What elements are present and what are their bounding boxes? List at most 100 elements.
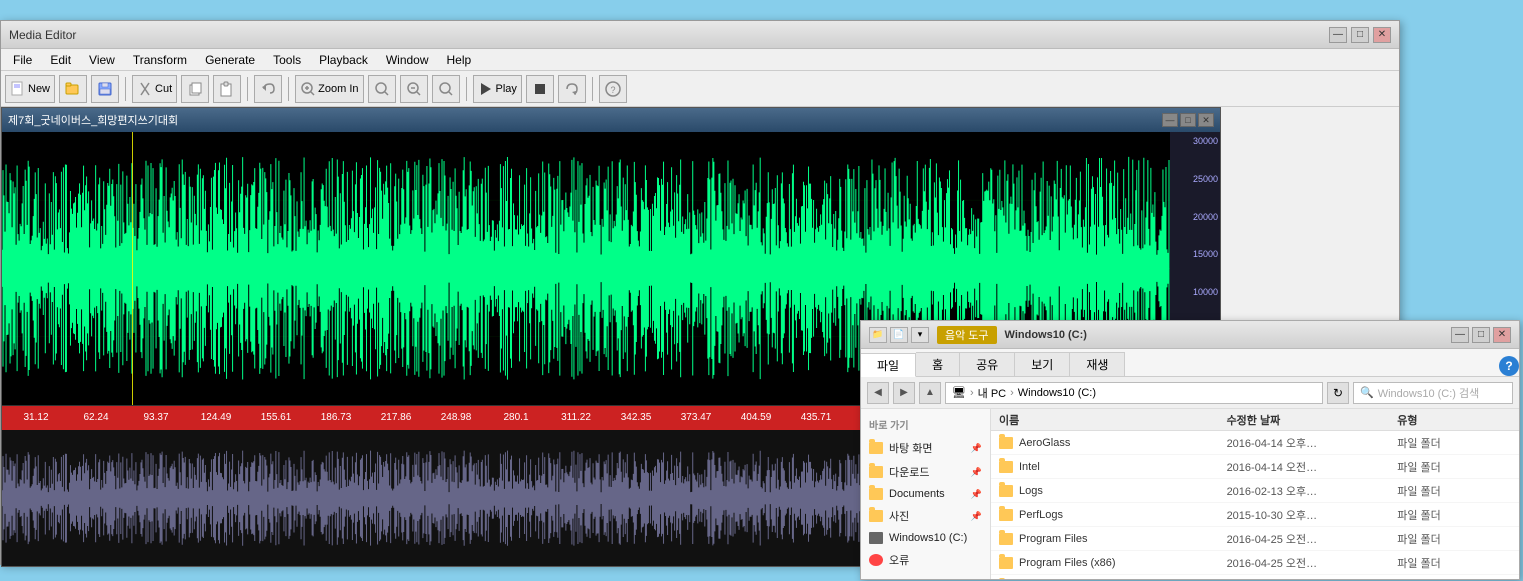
open-button[interactable]	[59, 75, 87, 103]
menu-playback[interactable]: Playback	[311, 51, 376, 69]
menu-edit[interactable]: Edit	[42, 51, 79, 69]
zoom-select-button[interactable]	[368, 75, 396, 103]
save-button[interactable]	[91, 75, 119, 103]
fe-list-header: 이름 수정한 날짜 유형	[991, 409, 1519, 431]
file-name-4: Program Files	[1019, 533, 1087, 545]
play-button[interactable]: Play	[473, 75, 522, 103]
folder-icon-programfilesx86	[999, 557, 1013, 569]
tick-12: 404.59	[726, 412, 786, 423]
fe-title-controls: — □ ✕	[1451, 327, 1511, 343]
file-name-0: AeroGlass	[1019, 437, 1070, 449]
pin-icon-4: 📌	[971, 511, 982, 522]
tab-view[interactable]: 보기	[1015, 352, 1070, 376]
copy-icon	[187, 81, 203, 97]
tab-share[interactable]: 공유	[960, 352, 1015, 376]
menu-file[interactable]: File	[5, 51, 40, 69]
sidebar-section-quickaccess: 바로 가기	[861, 413, 990, 436]
close-button[interactable]: ✕	[1373, 27, 1391, 43]
up-button[interactable]: ▲	[919, 382, 941, 404]
loop-button[interactable]	[558, 75, 586, 103]
breadcrumb-drive[interactable]: Windows10 (C:)	[1018, 387, 1096, 399]
stop-button[interactable]	[526, 75, 554, 103]
tick-2: 93.37	[126, 412, 186, 423]
undo-button[interactable]	[254, 75, 282, 103]
minimize-button[interactable]: —	[1329, 27, 1347, 43]
menu-generate[interactable]: Generate	[197, 51, 263, 69]
tab-home[interactable]: 홈	[916, 352, 960, 376]
tick-4: 155.61	[246, 412, 306, 423]
audio-maximize-btn[interactable]: □	[1180, 113, 1196, 127]
zoom-in-button[interactable]: Zoom In	[295, 75, 363, 103]
list-item[interactable]: Logs 2016-02-13 오후… 파일 폴더	[991, 479, 1519, 503]
tab-file[interactable]: 파일	[861, 353, 916, 377]
zoom-in-label: Zoom In	[318, 83, 358, 95]
folder-icon-aeroglass	[999, 437, 1013, 449]
help-toolbar-button[interactable]: ?	[599, 75, 627, 103]
search-placeholder: Windows10 (C:) 검색	[1378, 385, 1480, 401]
file-date-6: 2016-04-22 오후…	[1227, 579, 1398, 580]
sidebar-item-pictures[interactable]: 사진 📌	[861, 504, 990, 528]
list-item[interactable]: Intel 2016-04-14 오전… 파일 폴더	[991, 455, 1519, 479]
folder-icon-programfiles	[999, 533, 1013, 545]
list-item[interactable]: AeroGlass 2016-04-14 오후… 파일 폴더	[991, 431, 1519, 455]
audio-inner-titlebar: 제7회_굿네이버스_희망편지쓰기대회 — □ ✕	[2, 108, 1220, 132]
fe-search-box[interactable]: 🔍 Windows10 (C:) 검색	[1353, 382, 1513, 404]
list-item[interactable]: PerfLogs 2015-10-30 오후… 파일 폴더	[991, 503, 1519, 527]
menu-view[interactable]: View	[81, 51, 123, 69]
sidebar-item-drive[interactable]: Windows10 (C:)	[861, 528, 990, 548]
audio-inner-controls: — □ ✕	[1162, 113, 1214, 127]
fe-close-btn[interactable]: ✕	[1493, 327, 1511, 343]
scale-10000: 10000	[1170, 287, 1218, 297]
copy-button[interactable]	[181, 75, 209, 103]
cut-button[interactable]: Cut	[132, 75, 177, 103]
col-header-name[interactable]: 이름	[999, 412, 1227, 428]
sidebar-item-pictures-label: 사진	[889, 508, 909, 524]
refresh-button[interactable]: ↻	[1327, 382, 1349, 404]
stop-icon	[532, 81, 548, 97]
fe-doc-title-icon[interactable]: 📄	[890, 327, 908, 343]
documents-folder-icon	[869, 488, 883, 500]
fe-maximize-btn[interactable]: □	[1472, 327, 1490, 343]
paste-button[interactable]	[213, 75, 241, 103]
sidebar-item-error[interactable]: 오류	[861, 548, 990, 572]
list-item[interactable]: Programs 2016-04-22 오후… 파일 폴더	[991, 575, 1519, 579]
audio-minimize-btn[interactable]: —	[1162, 113, 1178, 127]
menu-tools[interactable]: Tools	[265, 51, 309, 69]
audio-close-btn[interactable]: ✕	[1198, 113, 1214, 127]
sidebar-item-downloads-label: 다운로드	[889, 464, 929, 480]
zoom-plus-button[interactable]	[400, 75, 428, 103]
fe-help-circle[interactable]: ?	[1499, 356, 1519, 376]
tab-playback[interactable]: 재생	[1070, 352, 1125, 376]
menu-transform[interactable]: Transform	[125, 51, 195, 69]
scale-15000: 15000	[1170, 249, 1218, 259]
forward-button[interactable]: ▶	[893, 382, 915, 404]
pin-icon-3: 📌	[971, 489, 982, 500]
fe-tab-bar: 파일 홈 공유 보기 재생 ?	[861, 349, 1519, 377]
list-item[interactable]: Program Files 2016-04-25 오전… 파일 폴더	[991, 527, 1519, 551]
fe-minimize-btn[interactable]: —	[1451, 327, 1469, 343]
zoom-minus-icon	[438, 81, 454, 97]
back-button[interactable]: ◀	[867, 382, 889, 404]
sidebar-item-downloads[interactable]: 다운로드 📌	[861, 460, 990, 484]
sidebar-item-desktop[interactable]: 바탕 화면 📌	[861, 436, 990, 460]
fe-folder-title-icon[interactable]: 📁	[869, 327, 887, 343]
col-header-type[interactable]: 유형	[1397, 412, 1511, 428]
col-header-date[interactable]: 수정한 날짜	[1227, 412, 1398, 428]
new-button[interactable]: New	[5, 75, 55, 103]
sidebar-item-error-label: 오류	[889, 552, 909, 568]
fe-content: 바로 가기 바탕 화면 📌 다운로드 📌 Documents 📌 사진 📌	[861, 409, 1519, 579]
breadcrumb-pc[interactable]: 내 PC	[978, 385, 1006, 401]
zoom-minus-button[interactable]	[432, 75, 460, 103]
menu-window[interactable]: Window	[378, 51, 437, 69]
sidebar-item-documents[interactable]: Documents 📌	[861, 484, 990, 504]
zoom-select-icon	[374, 81, 390, 97]
file-type-2: 파일 폴더	[1397, 483, 1511, 499]
list-item[interactable]: Program Files (x86) 2016-04-25 오전… 파일 폴더	[991, 551, 1519, 575]
fe-chevron-title-icon[interactable]: ▾	[911, 327, 929, 343]
zoom-plus-icon	[406, 81, 422, 97]
fe-path-label: Windows10 (C:)	[1005, 329, 1087, 341]
desktop-folder-icon	[869, 442, 883, 454]
menu-help[interactable]: Help	[439, 51, 480, 69]
tick-1: 62.24	[66, 412, 126, 423]
maximize-button[interactable]: □	[1351, 27, 1369, 43]
